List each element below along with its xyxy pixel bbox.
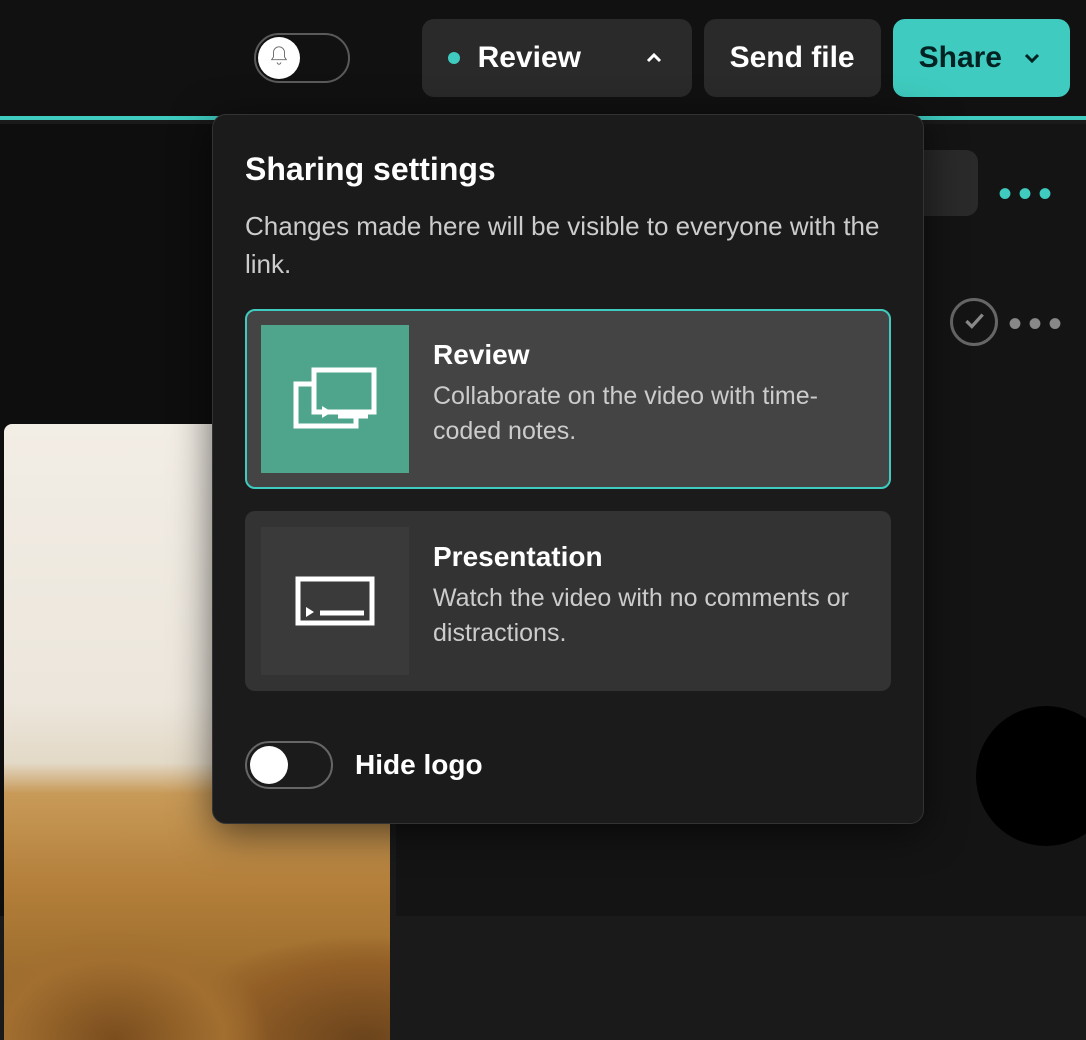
check-icon [961, 307, 987, 338]
review-dropdown-button[interactable]: Review [422, 19, 692, 97]
send-file-label: Send file [730, 41, 855, 75]
review-option-desc: Collaborate on the video with time-coded… [433, 379, 865, 449]
share-button[interactable]: Share [893, 19, 1070, 97]
popup-description: Changes made here will be visible to eve… [245, 208, 891, 283]
send-file-button[interactable]: Send file [704, 19, 881, 97]
review-dropdown-label: Review [478, 41, 581, 75]
floating-action-button[interactable] [976, 706, 1086, 846]
review-option-title: Review [433, 339, 865, 371]
notifications-toggle-knob [258, 37, 300, 79]
chevron-down-icon [1020, 46, 1044, 70]
hide-logo-toggle[interactable] [245, 741, 333, 789]
notifications-toggle[interactable] [254, 33, 350, 83]
item-more-menu-icon[interactable]: ••• [1008, 302, 1068, 347]
hide-logo-row: Hide logo [245, 741, 891, 789]
sharing-option-presentation[interactable]: Presentation Watch the video with no com… [245, 511, 891, 691]
presentation-option-icon [261, 527, 409, 675]
more-menu-icon[interactable]: ••• [998, 172, 1058, 217]
hide-logo-label: Hide logo [355, 749, 483, 781]
presentation-option-desc: Watch the video with no comments or dist… [433, 581, 865, 651]
sharing-settings-popup: Sharing settings Changes made here will … [212, 114, 924, 824]
review-option-icon [261, 325, 409, 473]
hide-logo-toggle-knob [250, 746, 288, 784]
top-toolbar: Review Send file Share [0, 0, 1086, 120]
bell-icon [268, 45, 290, 72]
popup-title: Sharing settings [245, 151, 891, 188]
sharing-option-review[interactable]: Review Collaborate on the video with tim… [245, 309, 891, 489]
share-label: Share [919, 41, 1002, 75]
presentation-option-title: Presentation [433, 541, 865, 573]
mark-complete-button[interactable] [950, 298, 998, 346]
status-dot-icon [448, 52, 460, 64]
chevron-up-icon [642, 46, 666, 70]
